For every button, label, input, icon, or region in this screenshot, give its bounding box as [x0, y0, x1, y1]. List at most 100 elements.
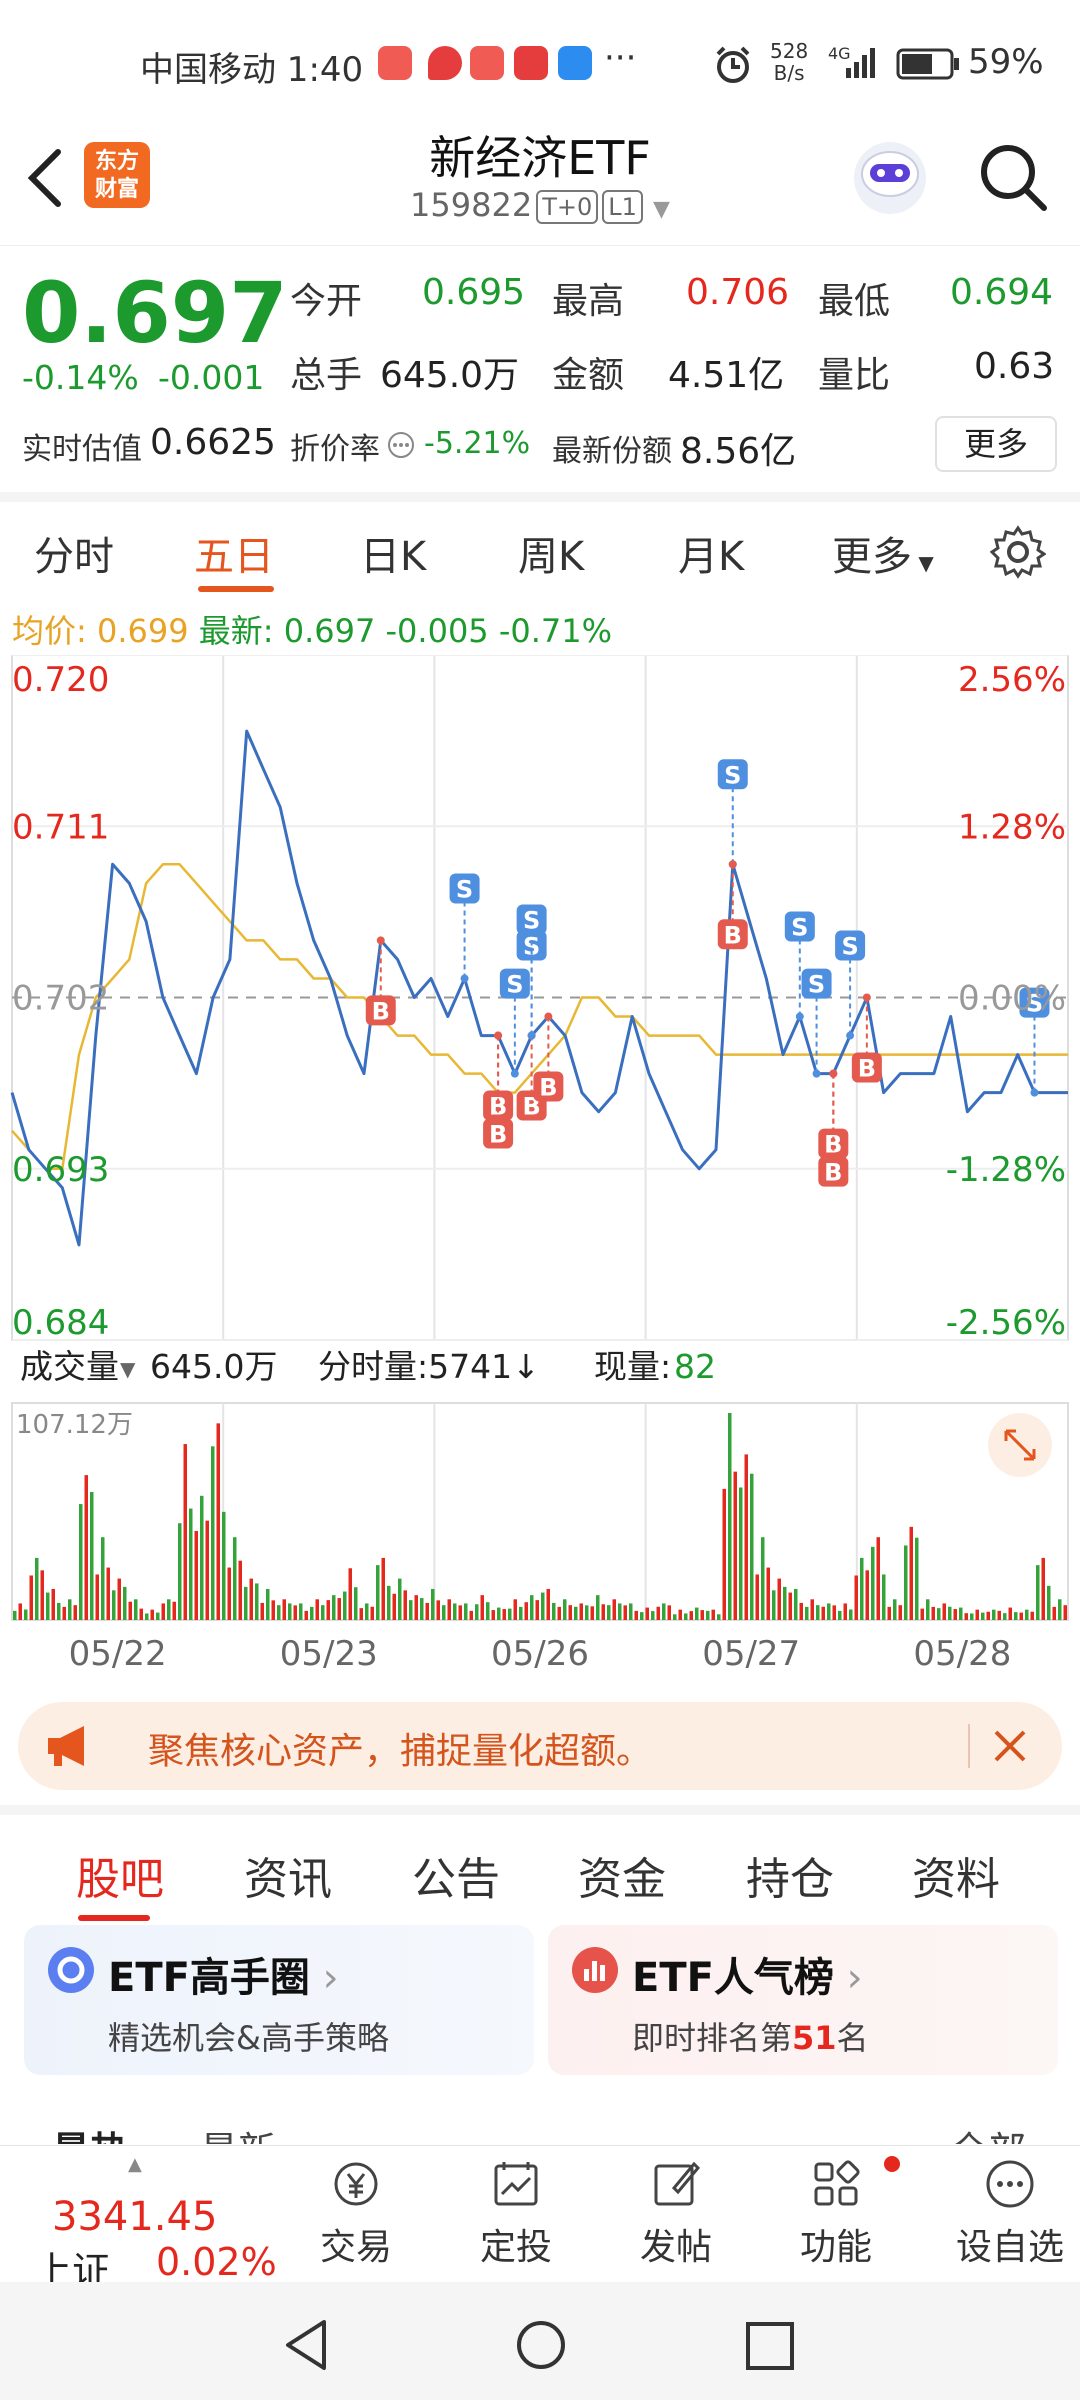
nav-recents-icon[interactable]: [744, 2320, 796, 2372]
open-value: 0.695: [422, 272, 526, 313]
volume-dropdown-icon[interactable]: ▼: [120, 1357, 136, 1381]
tab-news[interactable]: 资讯: [244, 1843, 332, 1907]
functions-button[interactable]: 功能: [776, 2156, 896, 2270]
volume-bar: [722, 1488, 726, 1620]
add-watchlist-button[interactable]: 设自选: [940, 2156, 1080, 2270]
y-tick-right: -1.28%: [946, 1150, 1066, 1190]
tab-five-day[interactable]: 五日: [194, 524, 274, 582]
marker-point: [544, 1012, 553, 1021]
nav-home-icon[interactable]: [514, 2318, 568, 2372]
marker-label: S: [506, 971, 523, 999]
volume-label[interactable]: 成交量: [20, 1347, 119, 1386]
volume-bar: [51, 1588, 55, 1620]
volume-bar: [871, 1546, 875, 1620]
collapse-arrow-icon[interactable]: ▲: [128, 2154, 142, 2175]
volume-bar: [750, 1473, 754, 1620]
iopv-value: 0.6625: [150, 422, 276, 463]
index-value: 3341.45: [52, 2194, 218, 2240]
average-price-line: 均价: 0.699 最新: 0.697 -0.005 -0.71%: [12, 612, 613, 650]
filter-all[interactable]: 全部: [950, 2120, 1026, 2144]
chart-grid: [11, 655, 1069, 1621]
volume-bar: [68, 1599, 72, 1620]
volume-bar: [277, 1605, 281, 1620]
high-value: 0.706: [686, 272, 790, 313]
volume-bar: [535, 1600, 539, 1620]
marker-label: B: [858, 1055, 876, 1083]
volume-bar: [436, 1600, 440, 1620]
volume-bar: [854, 1575, 858, 1620]
etf-popularity-card[interactable]: ETF人气榜 › 即时排名第51名: [548, 1925, 1058, 2075]
post-button[interactable]: 发帖: [616, 2156, 736, 2270]
active-tab-indicator: [198, 586, 274, 592]
signal-icon: [846, 48, 875, 78]
tab-monthly-k[interactable]: 月K: [678, 524, 744, 582]
trade-button[interactable]: 交易: [296, 2156, 416, 2270]
volume-bar: [893, 1599, 897, 1620]
megaphone-icon: [48, 1726, 84, 1766]
sort-hot[interactable]: 最热: [52, 2120, 128, 2144]
volume-bar: [882, 1574, 886, 1620]
iopv-label: 实时估值: [22, 432, 142, 467]
more-quote-button[interactable]: 更多: [935, 416, 1057, 472]
tick-volume: 分时量:5741↓: [318, 1347, 540, 1386]
volume-bar: [425, 1602, 429, 1620]
volume-bar: [139, 1608, 143, 1620]
tab-daily-k[interactable]: 日K: [360, 524, 426, 582]
etf-expert-circle-card[interactable]: ETF高手圈 › 精选机会&高手策略: [24, 1925, 534, 2075]
trade-markers: BSBBSSBSBSB SSBBSBS: [365, 759, 1050, 1187]
expand-icon[interactable]: [988, 1413, 1052, 1477]
tab-holdings[interactable]: 持仓: [746, 1843, 834, 1907]
info-dots-icon[interactable]: [386, 430, 416, 460]
volume-bar: [35, 1557, 39, 1620]
marker-label: B: [724, 921, 742, 949]
tab-announcements[interactable]: 公告: [412, 1843, 500, 1907]
volume-bar: [689, 1611, 693, 1620]
volume-bar: [24, 1609, 28, 1620]
open-label: 今开: [290, 281, 363, 322]
tab-intraday[interactable]: 分时: [34, 524, 114, 582]
nav-back-icon[interactable]: [282, 2318, 332, 2372]
settings-gear-icon[interactable]: [990, 524, 1046, 580]
volume-bar: [849, 1609, 853, 1620]
current-price: 0.697: [22, 264, 288, 362]
volume-bar: [992, 1609, 996, 1620]
bottom-toolbar: 3341.45 上证 0.02% ▲ 交易 定投 发帖 功能 设自选: [0, 2145, 1080, 2293]
quote-panel: 0.697 -0.14% -0.001 今开 0.695 最高 0.706 最低…: [0, 245, 1080, 490]
volume-bar: [46, 1592, 50, 1620]
promo-banner[interactable]: 聚焦核心资产，捕捉量化超额。: [18, 1702, 1062, 1790]
volume-bar: [359, 1608, 363, 1620]
close-icon[interactable]: [990, 1726, 1030, 1766]
volume-bar: [541, 1592, 545, 1620]
volume-bar: [662, 1603, 666, 1620]
volume-bar: [348, 1568, 352, 1620]
volume-bar: [255, 1583, 259, 1620]
tab-funds[interactable]: 资金: [578, 1843, 666, 1907]
five-day-chart[interactable]: BSBBSSBSBSB SSBBSBS 0.720 2.56%0.711 1.28%0…: [0, 655, 1080, 1690]
sort-latest[interactable]: 最新: [200, 2120, 276, 2144]
volume-bar: [145, 1613, 149, 1620]
volume-bar: [827, 1603, 831, 1620]
volume-bar: [772, 1590, 776, 1620]
volume-bar: [150, 1609, 154, 1620]
volume-bar: [832, 1605, 836, 1620]
search-icon[interactable]: [976, 140, 1052, 216]
robot-assistant-icon[interactable]: [848, 134, 932, 218]
tab-weekly-k[interactable]: 周K: [518, 524, 584, 582]
card-subtitle: 即时排名第51名: [632, 2019, 869, 2057]
battery-level: 59%: [968, 42, 1044, 82]
more-dots-icon: [986, 2160, 1034, 2208]
volume-bar: [293, 1605, 297, 1620]
volume-bar: [1003, 1613, 1007, 1620]
carrier-time: 中国移动 1:40: [140, 50, 364, 90]
volume-bar: [860, 1557, 864, 1620]
tab-more[interactable]: 更多 ▼: [832, 524, 934, 582]
date-label: 05/22: [69, 1634, 167, 1674]
volume-bar: [244, 1586, 248, 1620]
tab-forum[interactable]: 股吧: [76, 1843, 164, 1907]
volume-bar: [321, 1605, 325, 1620]
y-tick-left: 0.693: [12, 1150, 109, 1190]
volume-bar: [266, 1588, 270, 1620]
volume-bar: [343, 1591, 347, 1620]
fixed-invest-button[interactable]: 定投: [456, 2156, 576, 2270]
tab-profile[interactable]: 资料: [912, 1843, 1000, 1907]
